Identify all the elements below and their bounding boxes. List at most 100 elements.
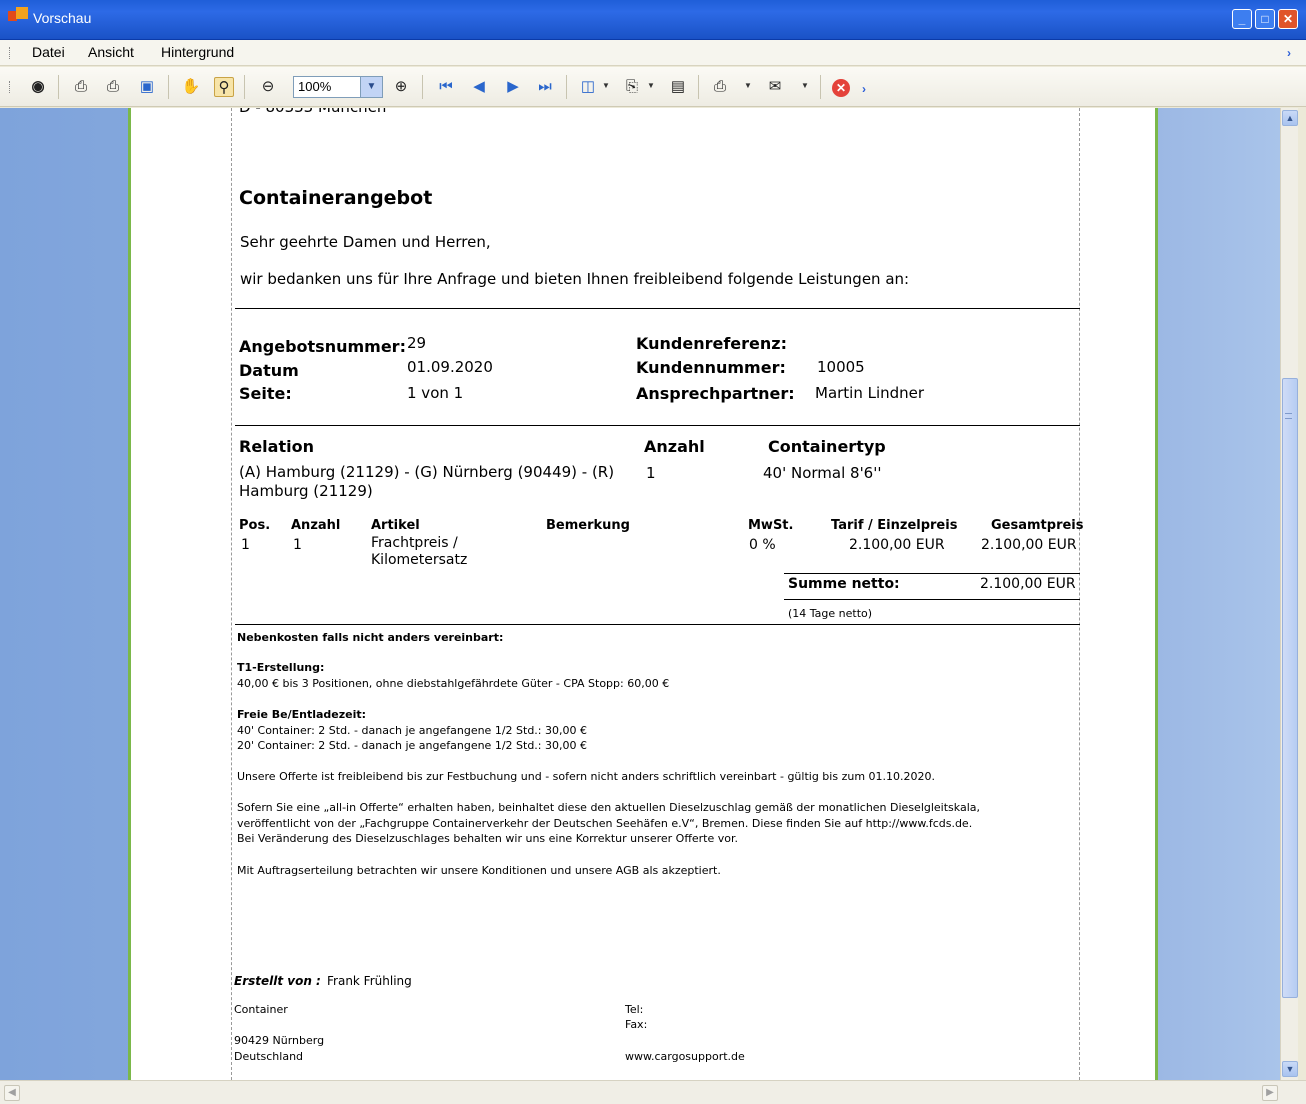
- erstellt-von-label: Erstellt von :: [234, 974, 321, 988]
- zahlungsziel: (14 Tage netto): [788, 607, 873, 620]
- scroll-up-icon[interactable]: ▲: [1282, 110, 1298, 126]
- footer-city: 90429 Nürnberg: [234, 1034, 325, 1047]
- containertyp-value: 40' Normal 8'6'': [763, 464, 882, 482]
- toolbar-separator: [58, 75, 59, 99]
- print-setup-icon[interactable]: ⎙: [103, 77, 123, 97]
- open-dropdown-icon[interactable]: ▼: [647, 81, 655, 90]
- seite-label: Seite:: [239, 384, 292, 403]
- row-artikel-line-2: Kilometersatz: [371, 552, 468, 568]
- preview-window: Vorschau _ □ ✕ Datei Ansicht Hintergrund…: [0, 0, 1306, 1104]
- kundennummer-value: 10005: [817, 358, 865, 376]
- route-line-1: (A) Hamburg (21129) - (G) Nürnberg (9044…: [239, 463, 615, 481]
- scroll-down-icon[interactable]: ▼: [1282, 1061, 1298, 1077]
- vertical-scrollbar[interactable]: ▲ ▼: [1280, 108, 1298, 1080]
- report-page: D - 80333 München Containerangebot Sehr …: [128, 108, 1158, 1080]
- maximize-button[interactable]: □: [1255, 9, 1275, 29]
- preview-viewport[interactable]: D - 80333 München Containerangebot Sehr …: [0, 108, 1280, 1080]
- minimize-button[interactable]: _: [1232, 9, 1252, 29]
- erstellt-von-value: Frank Frühling: [327, 974, 412, 988]
- seite-value: 1 von 1: [407, 384, 464, 402]
- vertical-scroll-thumb[interactable]: [1282, 378, 1298, 998]
- row-anzahl: 1: [293, 537, 302, 553]
- multiple-pages-icon[interactable]: ◫: [578, 77, 598, 97]
- toolbar-grip[interactable]: [9, 81, 12, 93]
- close-button[interactable]: ✕: [1278, 9, 1298, 29]
- agb-text: Mit Auftragserteilung betrachten wir uns…: [237, 864, 721, 877]
- print-icon[interactable]: ⎙: [71, 77, 91, 97]
- summe-netto-value: 2.100,00 EUR: [980, 576, 1076, 592]
- row-mwst: 0 %: [749, 537, 776, 553]
- anzahl-label: Anzahl: [644, 437, 705, 456]
- kundennummer-label: Kundennummer:: [636, 358, 786, 377]
- window-title: Vorschau: [33, 10, 92, 26]
- footer-tel: Tel:: [625, 1003, 644, 1016]
- positions-header-mwst: MwSt.: [748, 518, 794, 533]
- horizontal-scrollbar[interactable]: ◀ ▶: [0, 1080, 1306, 1104]
- sum-rule: [784, 573, 1080, 574]
- menu-ansicht[interactable]: Ansicht: [88, 44, 134, 60]
- diesel-line-3: Bei Veränderung des Dieselzuschlages beh…: [237, 832, 739, 845]
- open-icon[interactable]: ⎘: [622, 77, 642, 97]
- scroll-thumb-grip-icon: [1285, 413, 1292, 419]
- title-bar[interactable]: Vorschau _ □ ✕: [0, 0, 1306, 40]
- positions-header-bemerkung: Bemerkung: [546, 518, 630, 533]
- diesel-line-1: Sofern Sie eine „all-in Offerte“ erhalte…: [237, 801, 980, 814]
- sum-rule: [784, 599, 1080, 600]
- toolbar-separator: [566, 75, 567, 99]
- t1-label: T1-Erstellung:: [237, 661, 325, 674]
- positions-header-anzahl: Anzahl: [291, 518, 341, 533]
- scroll-right-icon[interactable]: ▶: [1262, 1085, 1278, 1101]
- toolbar: ◉ ⎙ ⎙ ▣ ✋ ⚲ ⊖ ⊕ ⏮ ◀ ▶ ⏭ ◫ ▼ ⎘ ▼ ▤ ⎙ ▼ ✉ …: [0, 67, 1306, 107]
- toolbar-overflow-chevron-icon[interactable]: ›: [862, 82, 866, 96]
- scroll-left-icon[interactable]: ◀: [4, 1085, 20, 1101]
- address-tail: D - 80333 München: [239, 108, 386, 116]
- first-page-icon[interactable]: ⏮: [436, 77, 456, 97]
- summe-netto-label: Summe netto:: [788, 576, 900, 592]
- menu-overflow-chevron-icon[interactable]: ›: [1287, 46, 1291, 60]
- app-icon: [8, 7, 28, 21]
- hand-icon[interactable]: ✋: [181, 77, 201, 97]
- document-content: D - 80333 München Containerangebot Sehr …: [131, 108, 1161, 1080]
- angebotsnummer-label: Angebotsnummer:: [239, 337, 406, 356]
- page-setup-icon[interactable]: ▣: [137, 77, 157, 97]
- last-page-icon[interactable]: ⏭: [535, 77, 555, 97]
- document-heading: Containerangebot: [239, 187, 433, 209]
- binoculars-icon[interactable]: ◉: [28, 77, 48, 97]
- save-icon[interactable]: ▤: [668, 77, 688, 97]
- menu-hintergrund[interactable]: Hintergrund: [161, 44, 234, 60]
- previous-page-icon[interactable]: ◀: [469, 77, 489, 97]
- divider: [235, 425, 1080, 426]
- footer-company: Container: [234, 1003, 288, 1016]
- ansprechpartner-value: Martin Lindner: [815, 384, 925, 402]
- zoom-select-icon[interactable]: ⚲: [214, 77, 234, 97]
- menu-datei[interactable]: Datei: [32, 44, 65, 60]
- zoom-out-icon[interactable]: ⊖: [258, 77, 278, 97]
- menu-bar: Datei Ansicht Hintergrund ›: [0, 40, 1306, 66]
- positions-header-einzelpreis: Tarif / Einzelpreis: [831, 518, 958, 533]
- freie-entladezeit-label: Freie Be/Entladezeit:: [237, 708, 367, 721]
- menubar-grip[interactable]: [9, 47, 12, 59]
- anzahl-value: 1: [646, 464, 656, 482]
- freie-entladezeit-line-2: 20' Container: 2 Std. - danach je angefa…: [237, 739, 587, 752]
- multiple-pages-dropdown-icon[interactable]: ▼: [602, 81, 610, 90]
- email-dropdown-icon[interactable]: ▼: [801, 81, 809, 90]
- toolbar-separator: [422, 75, 423, 99]
- export-icon[interactable]: ⎙: [710, 77, 730, 97]
- toolbar-separator: [244, 75, 245, 99]
- ansprechpartner-label: Ansprechpartner:: [636, 384, 795, 403]
- zoom-in-icon[interactable]: ⊕: [391, 77, 411, 97]
- export-dropdown-icon[interactable]: ▼: [744, 81, 752, 90]
- zoom-dropdown-arrow-icon[interactable]: ▼: [360, 77, 382, 97]
- email-icon[interactable]: ✉: [765, 77, 785, 97]
- intro-text: wir bedanken uns für Ihre Anfrage und bi…: [240, 270, 910, 288]
- row-einzelpreis: 2.100,00 EUR: [849, 537, 945, 553]
- t1-text: 40,00 € bis 3 Positionen, ohne diebstahl…: [237, 677, 670, 690]
- next-page-icon[interactable]: ▶: [503, 77, 523, 97]
- positions-header-pos: Pos.: [239, 518, 271, 533]
- datum-label: Datum: [239, 361, 299, 380]
- toolbar-separator: [168, 75, 169, 99]
- diesel-line-2: veröffentlicht von der „Fachgruppe Conta…: [237, 817, 973, 830]
- row-pos: 1: [241, 537, 250, 553]
- close-preview-icon[interactable]: ✕: [832, 79, 850, 97]
- footer-website: www.cargosupport.de: [625, 1050, 745, 1063]
